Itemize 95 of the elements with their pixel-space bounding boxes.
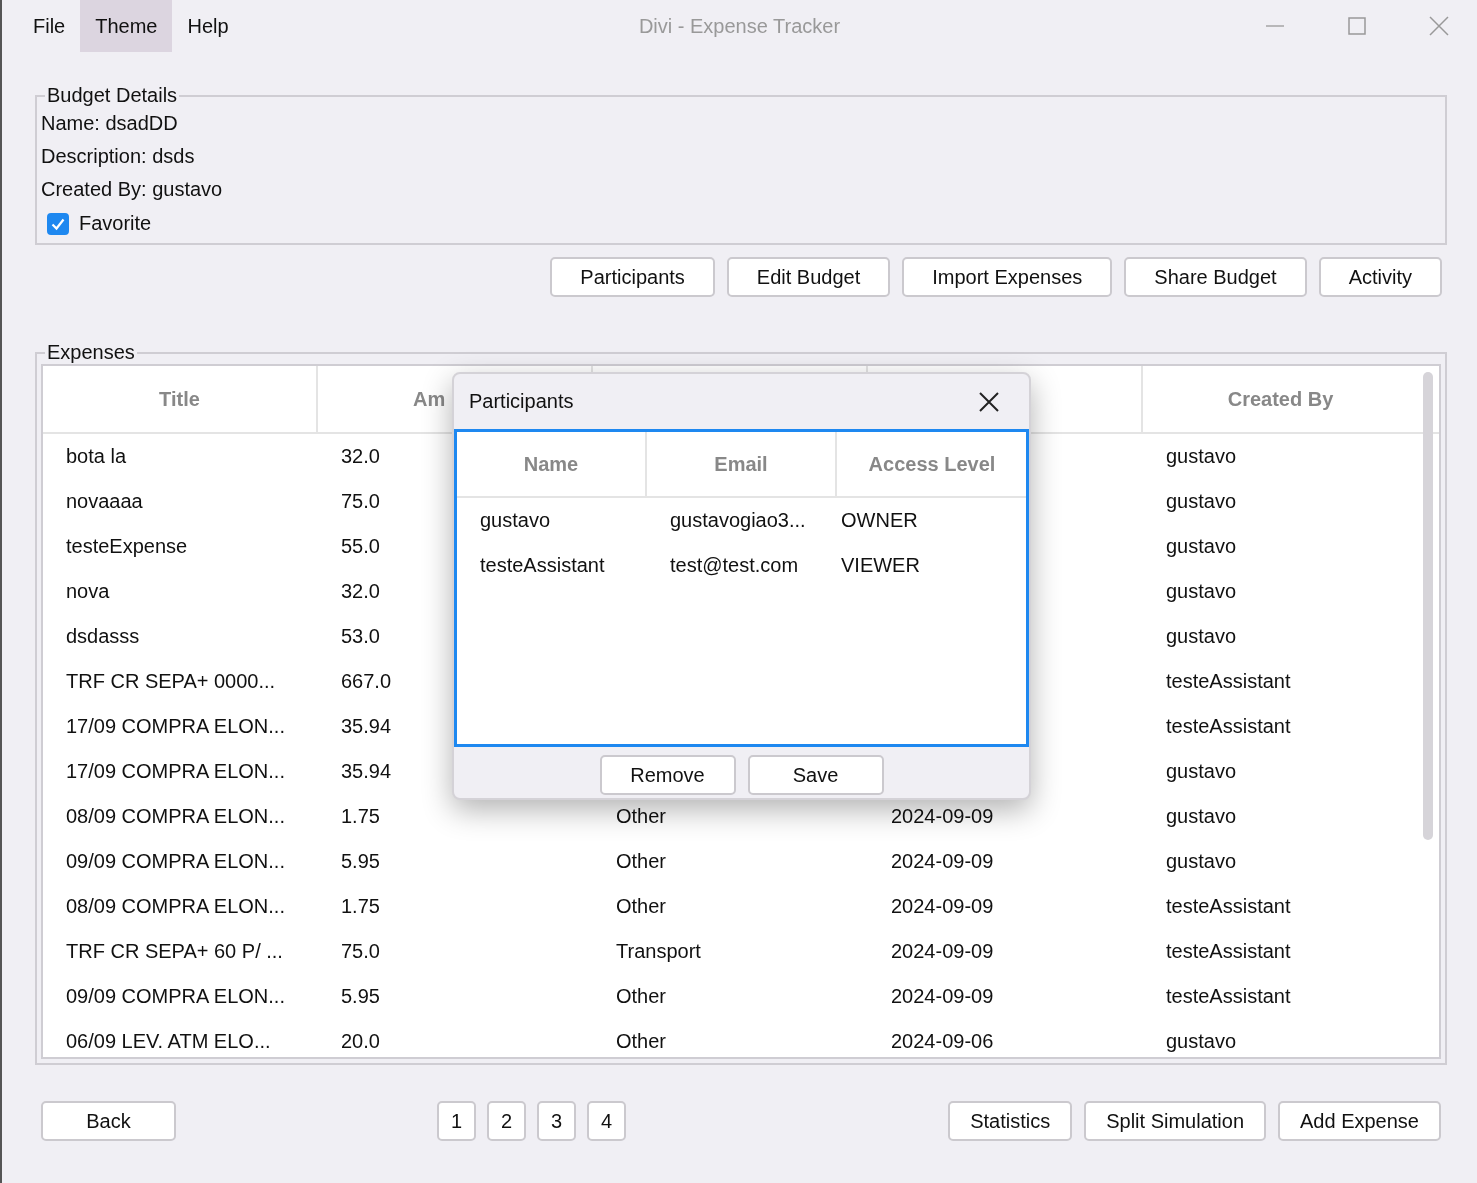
table-cell: TRF CR SEPA+ 60 P/ ... [66, 940, 283, 963]
menu-item[interactable]: File [18, 0, 81, 52]
dialog-button[interactable]: Save [747, 755, 884, 795]
action-button[interactable]: Activity [1318, 257, 1442, 297]
table-cell: 32.0 [341, 445, 380, 468]
table-cell: Other [616, 1030, 667, 1053]
panel-legend: Budget Details [45, 84, 180, 107]
menu-item[interactable]: Theme [80, 0, 173, 52]
footer-button[interactable]: Split Simulation [1084, 1101, 1266, 1141]
table-cell: OWNER [841, 509, 918, 532]
table-cell: 06/09 LEV. ATM ELO... [66, 1030, 271, 1053]
table-cell: testeAssistant [1166, 670, 1291, 693]
column-header[interactable]: Email [647, 432, 837, 496]
menu-item[interactable]: Help [172, 0, 244, 52]
table-cell: 08/09 COMPRA ELON... [66, 805, 285, 828]
action-button[interactable]: Edit Budget [726, 257, 891, 297]
table-cell: 35.94 [341, 715, 392, 738]
detail-text: Name: dsadDD [41, 111, 179, 136]
favorite-checkbox[interactable] [47, 212, 69, 235]
action-button[interactable]: Participants [550, 257, 715, 297]
footer-button[interactable]: Add Expense [1278, 1101, 1441, 1141]
table-cell: gustavo [1166, 535, 1237, 558]
table-cell: Other [616, 985, 667, 1008]
table-cell: gustavo [1166, 580, 1237, 603]
table-cell: 17/09 COMPRA ELON... [66, 760, 285, 783]
window-title: Divi - Expense Tracker [638, 14, 841, 38]
maximize-icon[interactable] [1347, 16, 1367, 36]
table-cell: 5.95 [341, 850, 380, 873]
table-cell: 75.0 [341, 490, 380, 513]
scrollbar-thumb[interactable] [1423, 372, 1433, 840]
table-cell: gustavo [1166, 490, 1237, 513]
checkbox-label: Favorite [79, 212, 152, 235]
table-cell: 5.95 [341, 985, 380, 1008]
action-button[interactable]: Share Budget [1124, 257, 1307, 297]
table-cell: 2024-09-09 [891, 895, 994, 918]
table-cell: gustavogiao3... [670, 509, 806, 532]
table-cell: TRF CR SEPA+ 0000... [66, 670, 276, 693]
table-cell: gustavo [1166, 805, 1237, 828]
page-button[interactable]: 2 [487, 1101, 526, 1141]
column-header[interactable]: Access Level [837, 432, 1027, 496]
table-cell: gustavo [1166, 1030, 1237, 1053]
table-cell: dsdasss [66, 625, 140, 648]
table-cell: gustavo [1166, 850, 1237, 873]
table-cell: 667.0 [341, 670, 392, 693]
action-button[interactable]: Import Expenses [902, 257, 1113, 297]
table-cell: 1.75 [341, 895, 380, 918]
table-cell: 09/09 COMPRA ELON... [66, 985, 285, 1008]
close-icon[interactable] [979, 391, 999, 412]
table-cell: testeAssistant [480, 554, 605, 577]
table-cell: test@test.com [670, 554, 799, 577]
table-cell: 75.0 [341, 940, 380, 963]
table-cell: bota la [66, 445, 127, 468]
detail-text: Description: dsds [41, 144, 196, 169]
table-cell: testeExpense [66, 535, 188, 558]
table-cell: 2024-09-09 [891, 940, 994, 963]
table-cell: 53.0 [341, 625, 380, 648]
table-cell: 08/09 COMPRA ELON... [66, 895, 285, 918]
page-button[interactable]: 4 [587, 1101, 626, 1141]
page-button[interactable]: 1 [437, 1101, 476, 1141]
table-cell: testeAssistant [1166, 895, 1291, 918]
back-button[interactable]: Back [41, 1101, 176, 1141]
footer-button[interactable]: Statistics [948, 1101, 1073, 1141]
table-cell: 2024-09-06 [891, 1030, 994, 1053]
table-cell: Transport [616, 940, 701, 963]
table-cell: novaaaa [66, 490, 143, 513]
table-cell: testeAssistant [1166, 715, 1291, 738]
column-header[interactable]: Created By [1143, 366, 1418, 432]
dialog-button[interactable]: Remove [599, 755, 736, 795]
table-cell: 35.94 [341, 760, 392, 783]
page-button[interactable]: 3 [537, 1101, 576, 1141]
column-header[interactable]: Title [43, 366, 318, 432]
table-cell: testeAssistant [1166, 985, 1291, 1008]
table-cell: 2024-09-09 [891, 985, 994, 1008]
dialog-title: Participants [469, 390, 574, 413]
table-cell: testeAssistant [1166, 940, 1291, 963]
table-cell: gustavo [1166, 625, 1237, 648]
panel-legend: Expenses [45, 341, 137, 364]
table-cell: gustavo [1166, 760, 1237, 783]
table-cell: 1.75 [341, 805, 380, 828]
table-cell: Other [616, 895, 667, 918]
table-cell: gustavo [480, 509, 551, 532]
table-cell: Other [616, 805, 667, 828]
table-cell: 2024-09-09 [891, 805, 994, 828]
table-cell: Other [616, 850, 667, 873]
table-cell: 20.0 [341, 1030, 380, 1053]
table-cell: VIEWER [841, 554, 920, 577]
table-cell: nova [66, 580, 110, 603]
table-cell: 32.0 [341, 580, 380, 603]
table-cell: 55.0 [341, 535, 380, 558]
table-cell: 17/09 COMPRA ELON... [66, 715, 285, 738]
table-cell: 09/09 COMPRA ELON... [66, 850, 285, 873]
column-header[interactable]: Name [457, 432, 647, 496]
table-cell: gustavo [1166, 445, 1237, 468]
table-cell: 2024-09-09 [891, 850, 994, 873]
detail-text: Created By: gustavo [41, 177, 224, 202]
